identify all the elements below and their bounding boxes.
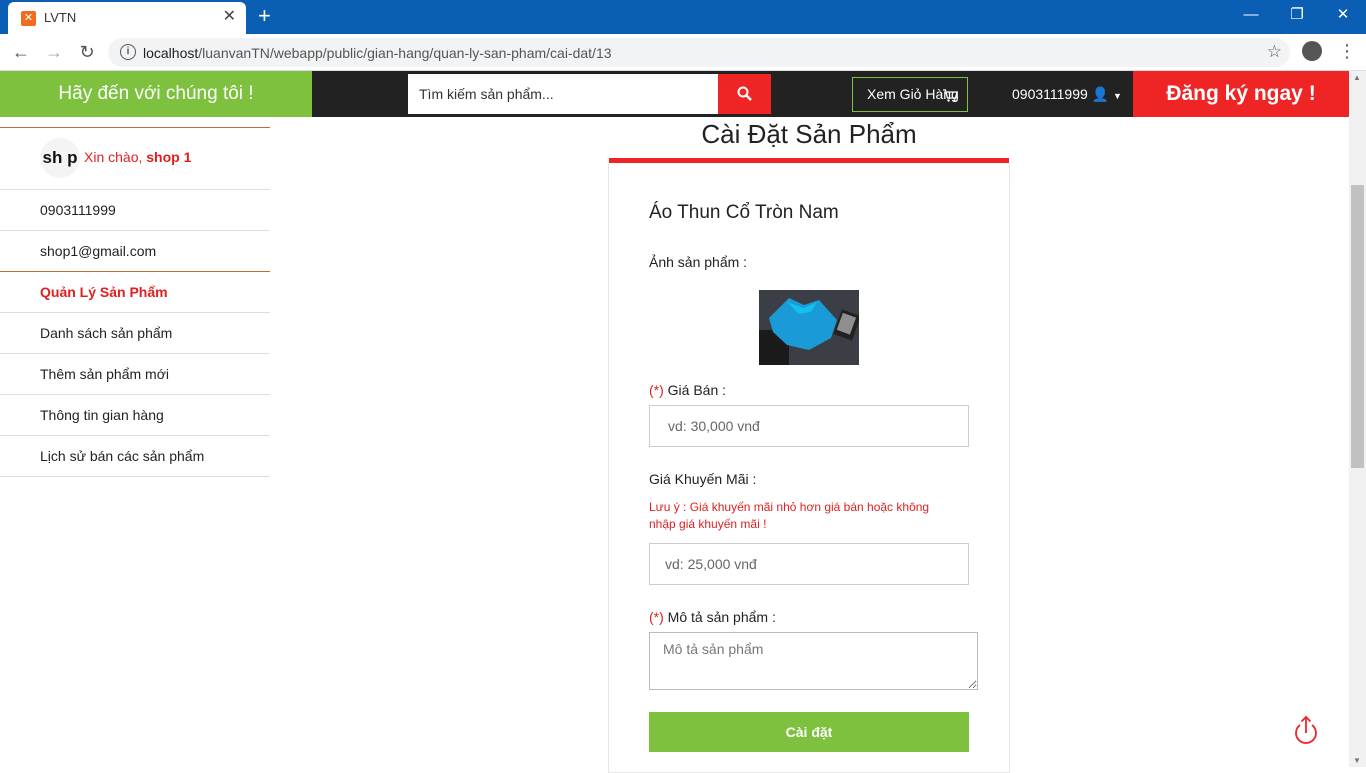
description-textarea[interactable] [649, 632, 978, 690]
browser-titlebar: ✕ LVTN ✕ + — ❐ ✕ [0, 0, 1366, 34]
cart-icon [942, 78, 958, 111]
restore-button[interactable]: ❐ [1274, 4, 1320, 26]
chevron-down-icon: ▼ [1113, 91, 1122, 101]
shop-phone: 0903111999 [0, 190, 270, 231]
promo-price-note: Lưu ý : Giá khuyến mãi nhỏ hơn giá bán h… [649, 500, 930, 531]
product-image [759, 290, 859, 365]
tab-close-icon[interactable]: ✕ [223, 8, 236, 26]
user-icon: 👤 [1091, 86, 1110, 102]
promo-price-input[interactable] [649, 543, 969, 585]
tab-title: LVTN [44, 10, 77, 25]
image-label: Ảnh sản phẩm : [649, 254, 748, 270]
reload-icon[interactable]: ↻ [76, 41, 98, 63]
search-button[interactable] [718, 74, 771, 114]
sidebar-section-product-management[interactable]: Quản Lý Sản Phẩm [0, 272, 270, 313]
promo-price-label: Giá Khuyến Mãi : [649, 471, 757, 487]
search-input[interactable] [408, 74, 718, 114]
sidebar-item-product-list[interactable]: Danh sách sản phẩm [0, 313, 270, 354]
shop-user-box: sh p Xin chào, shop 1 [0, 128, 270, 190]
back-to-top-button[interactable] [1293, 715, 1319, 746]
account-phone: 0903111999 [1012, 86, 1088, 102]
scroll-down-arrow-icon[interactable]: ▼ [1353, 756, 1361, 765]
scroll-up-arrow-icon[interactable]: ▲ [1353, 73, 1361, 82]
shop-sidebar: sh p Xin chào, shop 1 0903111999 shop1@g… [0, 127, 270, 477]
site-header: Hãy đến với chúng tôi ! Xem Giỏ Hàng 090… [0, 71, 1349, 117]
address-bar[interactable]: i localhost/luanvanTN/webapp/public/gian… [108, 38, 1290, 67]
browser-tab[interactable]: ✕ LVTN ✕ [8, 2, 246, 34]
search-icon [737, 86, 752, 101]
save-settings-button[interactable]: Cài đặt [649, 712, 969, 752]
profile-avatar-icon[interactable] [1302, 41, 1322, 61]
minimize-button[interactable]: — [1228, 4, 1274, 26]
bookmark-star-icon[interactable]: ☆ [1267, 42, 1282, 62]
new-tab-button[interactable]: + [258, 5, 271, 27]
sidebar-item-sales-history[interactable]: Lịch sử bán các sản phẩm [0, 436, 270, 477]
price-label: (*) Giá Bán : [649, 382, 727, 398]
close-window-button[interactable]: ✕ [1320, 4, 1366, 26]
description-label: (*) Mô tả sản phẩm : [649, 609, 776, 625]
shop-avatar: sh p [40, 138, 80, 178]
shop-greeting: Xin chào, shop 1 [84, 149, 192, 165]
sidebar-item-add-product[interactable]: Thêm sản phẩm mới [0, 354, 270, 395]
back-arrow-icon[interactable]: ← [10, 41, 32, 63]
page-scrollbar[interactable]: ▲ ▼ [1349, 71, 1366, 767]
browser-menu-icon[interactable]: ⋮ [1338, 40, 1356, 62]
info-icon[interactable]: i [120, 44, 136, 60]
page-title: Cài Đặt Sản Phẩm [701, 119, 917, 149]
sidebar-item-shop-info[interactable]: Thông tin gian hàng [0, 395, 270, 436]
price-input[interactable] [649, 405, 969, 447]
forward-arrow-icon[interactable]: → [43, 41, 65, 63]
view-cart-button[interactable]: Xem Giỏ Hàng [852, 77, 968, 112]
shop-email: shop1@gmail.com [0, 231, 270, 272]
product-name: Áo Thun Cổ Tròn Nam [649, 202, 839, 223]
account-dropdown[interactable]: 0903111999 👤 ▼ [1012, 71, 1122, 117]
url-text[interactable]: localhost/luanvanTN/webapp/public/gian-h… [143, 45, 612, 61]
welcome-banner: Hãy đến với chúng tôi ! [0, 71, 312, 117]
scroll-top-icon [1295, 715, 1317, 744]
scroll-thumb[interactable] [1351, 185, 1364, 468]
browser-toolbar: ← → ↻ i localhost/luanvanTN/webapp/publi… [0, 34, 1366, 71]
register-button[interactable]: Đăng ký ngay ! [1133, 71, 1349, 117]
xampp-icon: ✕ [21, 11, 36, 26]
